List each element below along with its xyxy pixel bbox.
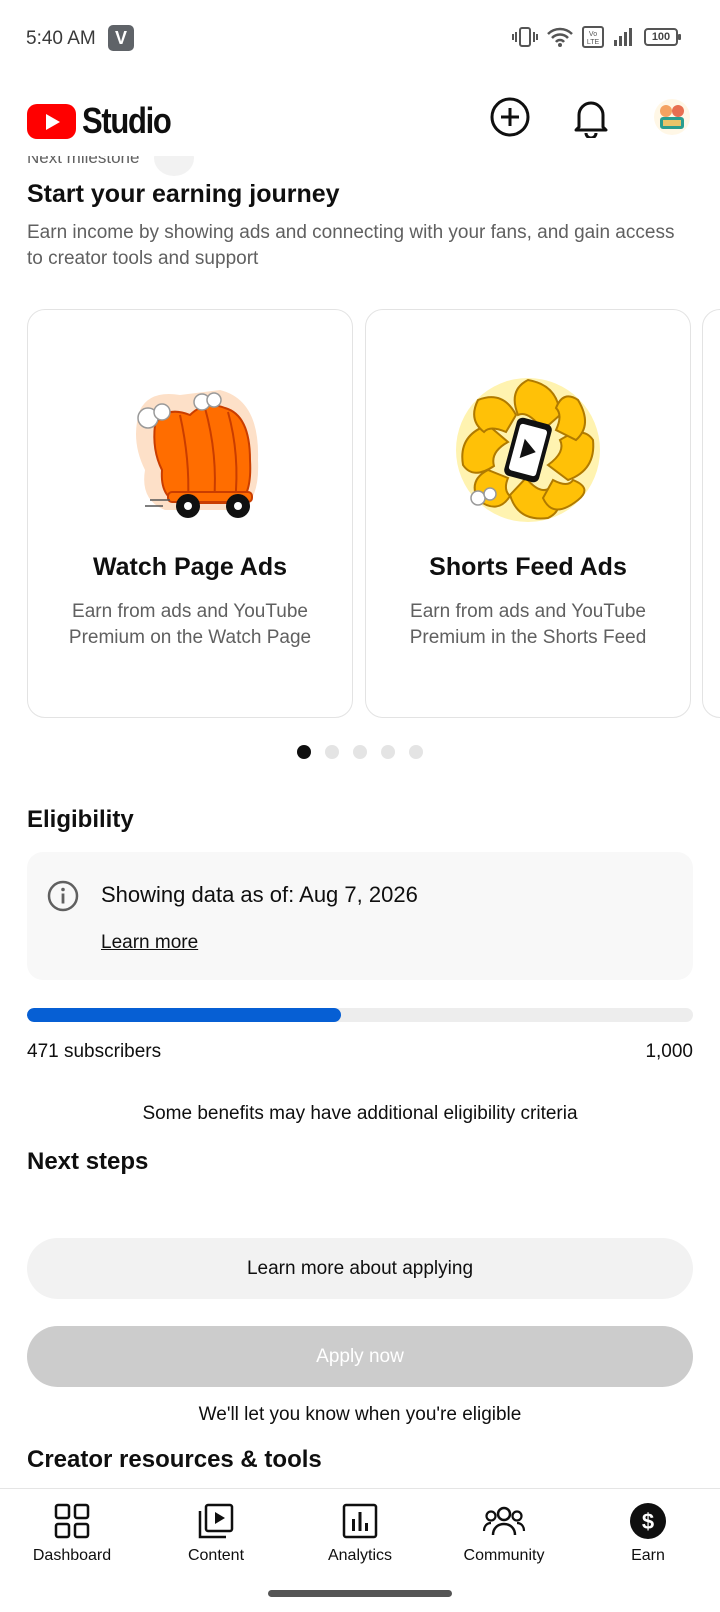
svg-text:$: $ — [642, 1509, 654, 1534]
data-as-of-text: Showing data as of: Aug 7, 2026 — [101, 882, 418, 907]
ad-cart-illustration-icon — [136, 390, 259, 518]
learn-more-applying-button[interactable]: Learn more about applying — [27, 1238, 693, 1299]
subscriber-goal: 1,000 — [645, 1041, 693, 1062]
shorts-feed-ads-card[interactable]: Shorts Feed Ads Earn from ads and YouTub… — [365, 309, 691, 718]
watch-page-ads-card[interactable]: Watch Page Ads Earn from ads and YouTube… — [27, 309, 353, 718]
add-circle-icon — [490, 97, 530, 137]
carousel-dot[interactable] — [353, 745, 367, 759]
wifi-icon — [547, 27, 573, 47]
eligibility-title: Eligibility — [27, 806, 134, 833]
nav-label: Earn — [631, 1547, 665, 1564]
kids-avatar-icon — [660, 105, 684, 129]
svg-text:LTE: LTE — [587, 39, 600, 46]
nav-earn[interactable]: $ Earn — [576, 1497, 720, 1565]
volte-icon: VoLTE — [582, 26, 604, 48]
create-button[interactable] — [487, 94, 533, 140]
dashboard-icon — [54, 1503, 90, 1539]
status-time: 5:40 AM — [26, 28, 96, 49]
apply-now-button[interactable]: Apply now — [27, 1326, 693, 1387]
bell-icon — [574, 101, 608, 138]
nav-dashboard[interactable]: Dashboard — [0, 1497, 144, 1565]
app-header: Studio — [0, 78, 720, 156]
info-icon — [47, 880, 79, 912]
nav-community[interactable]: Community — [432, 1497, 576, 1565]
creator-resources-title: Creator resources & tools — [27, 1446, 322, 1473]
nav-content[interactable]: Content — [144, 1497, 288, 1565]
notifications-button[interactable] — [568, 94, 614, 140]
nav-analytics[interactable]: Analytics — [288, 1497, 432, 1565]
home-indicator[interactable] — [268, 1590, 452, 1597]
content-icon — [198, 1503, 234, 1539]
status-icons: Vo LTE 100 — [512, 26, 681, 48]
channel-avatar[interactable] — [654, 99, 690, 135]
nav-label: Dashboard — [32, 1547, 112, 1564]
community-icon — [482, 1506, 526, 1536]
subscriber-progress-bar — [27, 1008, 693, 1022]
carousel-dot[interactable] — [409, 745, 423, 759]
shorts-phone-illustration-icon — [456, 378, 600, 522]
signal-icon — [614, 28, 632, 46]
nav-label: Analytics — [327, 1547, 393, 1564]
earn-icon: $ — [630, 1503, 666, 1539]
earning-journey-description: Earn income by showing ads and connectin… — [27, 222, 675, 269]
carousel-dot[interactable] — [325, 745, 339, 759]
learn-more-link[interactable]: Learn more — [101, 932, 198, 954]
card-description: Earn from ads and YouTube Premium on the… — [68, 601, 312, 648]
card-title: Watch Page Ads — [92, 553, 288, 581]
nav-label: Community — [463, 1547, 545, 1564]
logo-text: Studio — [82, 100, 172, 141]
card-title: Shorts Feed Ads — [429, 553, 627, 581]
data-freshness-box: Showing data as of: Aug 7, 2026 Learn mo… — [27, 852, 693, 980]
eligibility-criteria-note: Some benefits may have additional eligib… — [142, 1103, 578, 1124]
youtube-play-icon — [27, 103, 76, 139]
carousel-dot[interactable] — [381, 745, 395, 759]
carousel-pagination[interactable] — [0, 745, 720, 759]
next-steps-title: Next steps — [27, 1148, 149, 1175]
battery-icon: 100 — [644, 28, 681, 46]
earning-journey-title: Start your earning journey — [27, 180, 340, 208]
nav-label: Content — [187, 1547, 245, 1564]
card-description: Earn from ads and YouTube Premium in the… — [409, 601, 647, 648]
analytics-icon — [342, 1503, 378, 1539]
subscriber-count: 471 subscribers — [27, 1041, 162, 1062]
carousel-dot[interactable] — [297, 745, 311, 759]
eligible-notice: We'll let you know when you're eligible — [198, 1404, 522, 1425]
status-bar: 5:40 AM V Vo LTE 100 — [0, 0, 720, 78]
svg-text:Vo: Vo — [589, 31, 597, 38]
app-notification-icon: V — [108, 25, 134, 51]
youtube-studio-logo[interactable]: Studio — [27, 100, 185, 142]
vibrate-icon — [512, 27, 538, 47]
next-card-peek[interactable] — [702, 309, 720, 718]
subscriber-progress-fill — [27, 1008, 341, 1022]
